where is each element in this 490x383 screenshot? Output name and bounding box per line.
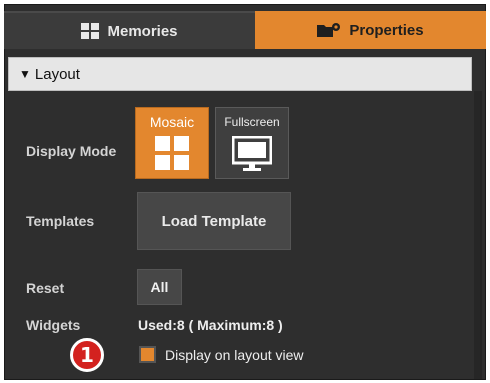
display-mode-label: Display Mode: [26, 143, 117, 159]
widgets-label: Widgets: [26, 317, 81, 333]
monitor-icon: [231, 135, 273, 177]
reset-all-button[interactable]: All: [137, 269, 182, 305]
tab-properties-label: Properties: [349, 21, 424, 39]
tab-bar: Memories Properties: [4, 11, 486, 49]
layout-section-title: Layout: [34, 65, 80, 83]
fullscreen-mode-label: Fullscreen: [224, 115, 280, 129]
layout-section-header[interactable]: ▼ Layout: [8, 57, 472, 91]
tab-properties[interactable]: Properties: [255, 11, 486, 49]
grid-icon: [81, 23, 100, 39]
mosaic-mode-button[interactable]: Mosaic: [135, 107, 209, 179]
callout-badge: 1: [70, 338, 104, 372]
tab-memories-label: Memories: [107, 22, 178, 40]
display-on-layout-checkbox[interactable]: [139, 346, 156, 363]
tab-memories[interactable]: Memories: [4, 11, 255, 49]
load-template-button[interactable]: Load Template: [137, 192, 291, 250]
display-on-layout-label[interactable]: Display on layout view: [165, 347, 304, 363]
templates-label: Templates: [26, 213, 95, 229]
mosaic-mode-label: Mosaic: [149, 114, 195, 130]
fullscreen-mode-button[interactable]: Fullscreen: [215, 107, 289, 179]
folder-gear-icon: [317, 22, 341, 38]
widgets-used-count: Used:8 ( Maximum:8 ): [138, 317, 283, 333]
scrollbar[interactable]: [474, 91, 482, 379]
mosaic-grid-icon: [155, 136, 189, 175]
reset-label: Reset: [26, 280, 65, 296]
collapse-triangle-icon: ▼: [19, 67, 31, 81]
